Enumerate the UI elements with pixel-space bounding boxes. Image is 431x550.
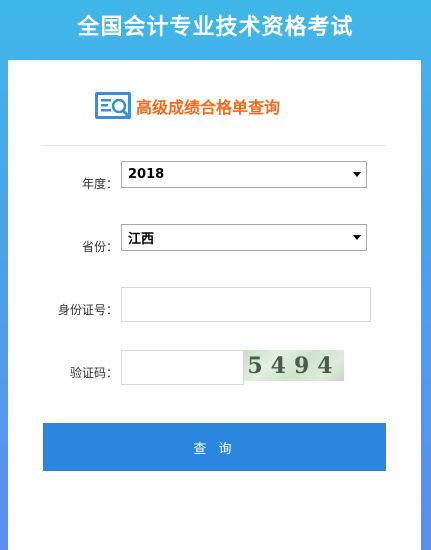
province-select-value: 江西 — [128, 232, 155, 247]
page-header: 全国会计专业技术资格考试 — [0, 0, 431, 50]
captcha-label: 验证码： — [69, 366, 118, 380]
page-title: 全国会计专业技术资格考试 — [77, 15, 354, 40]
id-number-label: 身份证号： — [57, 303, 118, 317]
captcha-text: 5494 — [247, 352, 341, 379]
year-select-value: 2018 — [128, 167, 165, 182]
subtitle: 高级成绩合格单查询 — [136, 98, 281, 117]
id-number-input[interactable] — [121, 287, 371, 322]
province-select[interactable]: 江西 — [121, 224, 367, 251]
divider — [42, 145, 386, 146]
chevron-down-icon — [353, 235, 361, 240]
year-label: 年度： — [81, 177, 118, 191]
magnifier-list-icon — [95, 92, 131, 119]
query-card: 高级成绩合格单查询 年度： 2018 省份： 江西 身份证号： 验证码： 549… — [8, 60, 421, 550]
captcha-image[interactable]: 5494 — [244, 350, 344, 381]
subtitle-row: 高级成绩合格单查询 — [94, 88, 280, 124]
chevron-down-icon — [353, 172, 361, 177]
submit-button[interactable]: 查 询 — [43, 423, 386, 471]
province-label: 省份： — [81, 240, 118, 254]
captcha-input[interactable] — [121, 350, 244, 385]
year-select[interactable]: 2018 — [121, 161, 367, 188]
